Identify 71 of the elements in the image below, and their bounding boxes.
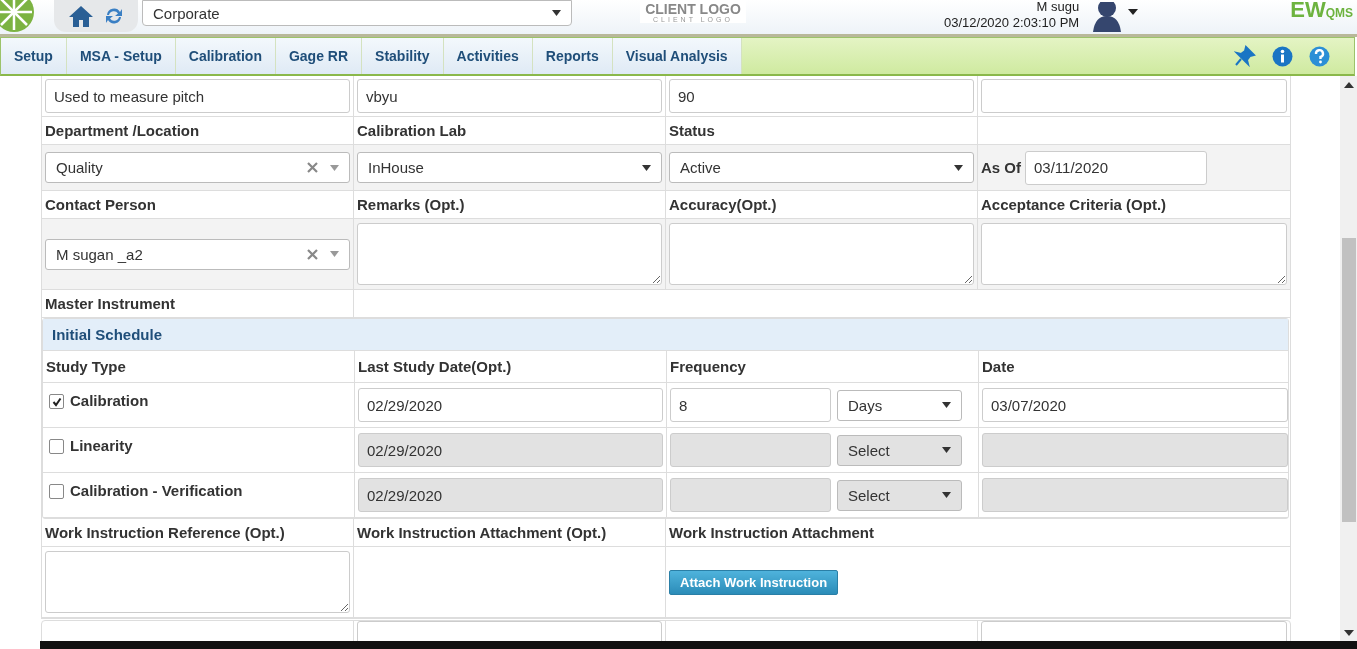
- field-label: Accuracy(Opt.): [669, 196, 777, 213]
- refresh-icon[interactable]: [104, 6, 124, 26]
- date-field[interactable]: 03/11/2020: [1025, 150, 1207, 185]
- scrollbar[interactable]: [1340, 76, 1357, 642]
- caret-icon: [642, 164, 651, 171]
- date-field[interactable]: [982, 478, 1288, 512]
- study-type-label: Calibration: [70, 392, 149, 409]
- field-label: Status: [669, 122, 715, 139]
- caret-icon: [942, 492, 951, 498]
- status-select[interactable]: Active: [669, 152, 974, 183]
- field-label: Department /Location: [45, 122, 200, 139]
- scroll-thumb[interactable]: [1341, 238, 1356, 522]
- field-label: Remarks (Opt.): [357, 196, 465, 213]
- checkbox[interactable]: [49, 394, 64, 409]
- department-select[interactable]: Quality: [45, 152, 350, 183]
- menu-tab[interactable]: Setup: [1, 38, 67, 74]
- clear-icon[interactable]: [307, 162, 318, 173]
- field-label: Work Instruction Reference (Opt.): [45, 524, 285, 541]
- text-field[interactable]: [981, 79, 1287, 113]
- column-header: Study Type: [46, 358, 126, 375]
- field-label: Contact Person: [45, 196, 156, 213]
- menu-tab[interactable]: Stability: [362, 38, 444, 74]
- scroll-down-icon[interactable]: [1343, 630, 1354, 636]
- date-field[interactable]: 03/07/2020: [982, 388, 1288, 422]
- pin-icon[interactable]: [1234, 45, 1256, 67]
- text-field[interactable]: vbyu: [357, 79, 662, 113]
- menu-tab[interactable]: Gage RR: [275, 38, 363, 74]
- text-field[interactable]: 90: [669, 79, 974, 113]
- organization-select[interactable]: Corporate: [142, 0, 572, 26]
- caret-icon: [552, 10, 561, 16]
- field-label: Master Instrument: [45, 295, 176, 312]
- clear-icon[interactable]: [307, 248, 318, 260]
- brand-logo: EWQMS: [1290, 0, 1353, 23]
- frequency-field[interactable]: 8: [670, 388, 831, 422]
- field-label: Work Instruction Attachment (Opt.): [357, 524, 607, 541]
- section-header: Initial Schedule: [43, 319, 1288, 351]
- caret-icon: [942, 402, 951, 408]
- caret-icon: [954, 164, 963, 171]
- date-time: 03/12/2020 2:03:10 PM: [944, 15, 1080, 31]
- home-icon[interactable]: [68, 5, 94, 27]
- menu-tab[interactable]: Calibration: [175, 38, 276, 74]
- contact-person-select[interactable]: M sugan _a2: [45, 238, 350, 270]
- menu-tab[interactable]: MSA - Setup: [66, 38, 176, 74]
- info-icon[interactable]: [1272, 45, 1293, 67]
- field-label: Acceptance Criteria (Opt.): [981, 196, 1167, 213]
- column-header: Frequency: [670, 358, 746, 375]
- unit-select[interactable]: Days: [837, 389, 962, 421]
- logo-icon: [0, 0, 36, 34]
- user-name: M sugu: [1035, 0, 1080, 15]
- caret-icon: [942, 447, 951, 453]
- date-field[interactable]: 02/29/2020: [358, 388, 663, 422]
- date-field[interactable]: [982, 433, 1288, 467]
- text-field[interactable]: Used to measure pitch: [45, 79, 350, 113]
- frequency-field[interactable]: [670, 433, 831, 467]
- study-type-label: Calibration - Verification: [70, 482, 243, 499]
- field-label: Calibration Lab: [357, 122, 467, 139]
- caret-icon: [330, 164, 339, 171]
- menu-tab[interactable]: Visual Analysis: [612, 38, 742, 74]
- caret-icon[interactable]: [1128, 9, 1139, 15]
- field-label: Work Instruction Attachment: [669, 524, 874, 541]
- column-header: Date: [982, 358, 1015, 375]
- frequency-field[interactable]: [670, 478, 831, 512]
- caret-icon: [330, 251, 339, 257]
- scroll-up-icon[interactable]: [1343, 82, 1354, 88]
- menu-tab[interactable]: Reports: [532, 38, 613, 74]
- help-icon[interactable]: [1309, 45, 1330, 67]
- field-label: As Of: [981, 159, 1021, 176]
- calibration-lab-select[interactable]: InHouse: [357, 152, 662, 183]
- study-type-label: Linearity: [70, 437, 133, 454]
- column-header: Last Study Date(Opt.): [358, 358, 512, 375]
- menu-tab[interactable]: Activities: [443, 38, 533, 74]
